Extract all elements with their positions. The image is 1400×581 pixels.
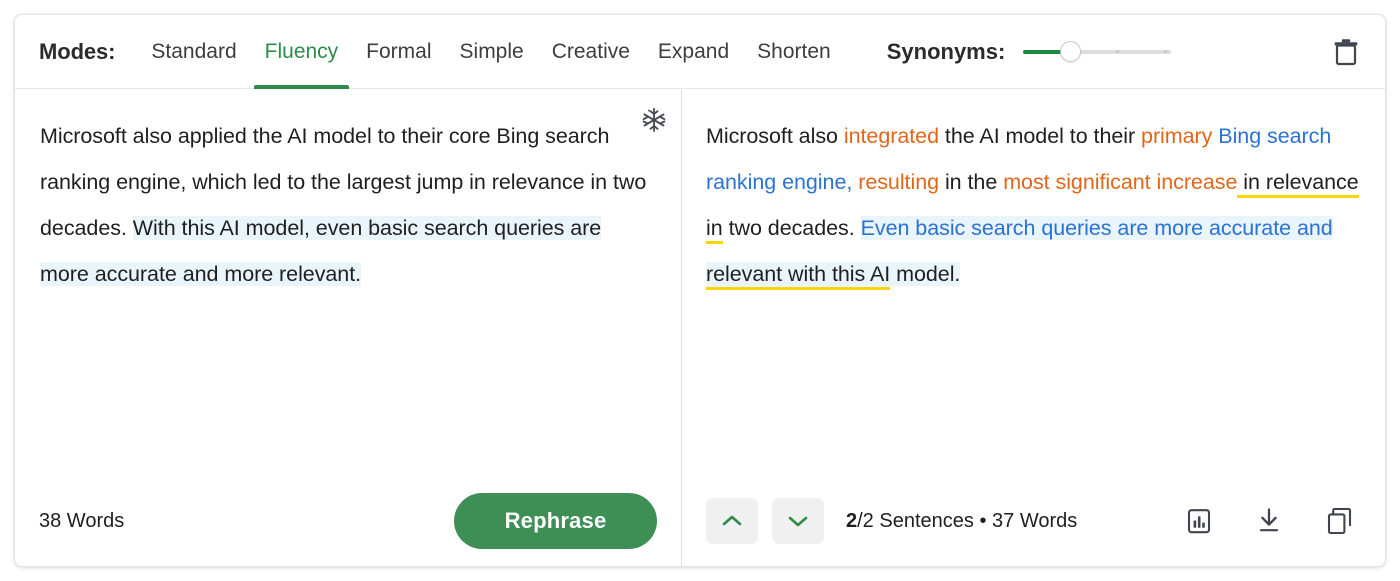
mode-tab-creative[interactable]: Creative: [538, 15, 644, 89]
sentence-status: 2/2 Sentences • 37 Words: [846, 510, 1077, 533]
mode-tab-formal[interactable]: Formal: [352, 15, 445, 89]
result-seg-plain-4: two decades.: [722, 216, 861, 240]
result-word-count: 37 Words: [992, 509, 1078, 532]
result-seg-plain-1: Microsoft also: [706, 124, 844, 148]
copy-icon[interactable]: [1317, 501, 1361, 541]
source-word-count: 38 Words: [39, 509, 125, 532]
result-seg-synonym-resulting[interactable]: resulting: [852, 170, 939, 194]
source-pane: Microsoft also applied the AI model to t…: [15, 89, 682, 566]
next-sentence-button[interactable]: [772, 498, 824, 544]
result-seg-plain-3: in the: [939, 170, 1004, 194]
result-seg-plain-2: the AI model to their: [939, 124, 1142, 148]
mode-tab-fluency[interactable]: Fluency: [251, 15, 353, 89]
status-separator: •: [979, 509, 987, 532]
modes-label: Modes:: [39, 38, 116, 64]
paraphraser-card: Modes: Standard Fluency Formal Simple Cr…: [14, 14, 1386, 567]
synonyms-slider[interactable]: [1023, 40, 1172, 63]
mode-tab-list: Standard Fluency Formal Simple Creative …: [137, 15, 844, 89]
source-footer: 38 Words Rephrase: [15, 475, 681, 566]
result-seg-synonym-primary[interactable]: primary: [1141, 124, 1218, 148]
result-footer: 2/2 Sentences • 37 Words: [682, 475, 1385, 566]
synonyms-control: Synonyms:: [887, 39, 1172, 65]
rephrase-button[interactable]: Rephrase: [454, 493, 657, 549]
result-pane: Microsoft also integrated the AI model t…: [682, 89, 1385, 566]
trash-icon[interactable]: [1329, 35, 1363, 69]
source-text[interactable]: Microsoft also applied the AI model to t…: [15, 89, 681, 297]
previous-sentence-button[interactable]: [706, 498, 758, 544]
stats-icon[interactable]: [1177, 501, 1221, 541]
mode-tab-shorten[interactable]: Shorten: [743, 15, 845, 89]
result-action-icons: [1151, 501, 1361, 541]
slider-thumb[interactable]: [1060, 40, 1082, 62]
result-text[interactable]: Microsoft also integrated the AI model t…: [682, 89, 1385, 297]
download-icon[interactable]: [1247, 501, 1291, 541]
editor-panes: Microsoft also applied the AI model to t…: [15, 89, 1385, 566]
result-seg-synonym-most-significant[interactable]: most significant increase: [1003, 170, 1237, 194]
mode-tab-expand[interactable]: Expand: [644, 15, 743, 89]
synonyms-label: Synonyms:: [886, 38, 1006, 64]
result-seg-rephrased-evenbasic[interactable]: Even basic search queries are more accur…: [860, 216, 1333, 240]
snowflake-icon[interactable]: [641, 107, 669, 135]
sentence-total-label: /2 Sentences: [857, 509, 974, 532]
sentence-current-index: 2: [846, 509, 858, 532]
modes-toolbar: Modes: Standard Fluency Formal Simple Cr…: [15, 15, 1385, 89]
result-seg-highlight-model: model.: [890, 262, 961, 286]
result-seg-underlined-relevant[interactable]: relevant with this AI: [706, 262, 890, 290]
result-seg-synonym-integrated[interactable]: integrated: [844, 124, 939, 148]
mode-tab-simple[interactable]: Simple: [446, 15, 538, 89]
mode-tab-standard[interactable]: Standard: [137, 15, 250, 89]
